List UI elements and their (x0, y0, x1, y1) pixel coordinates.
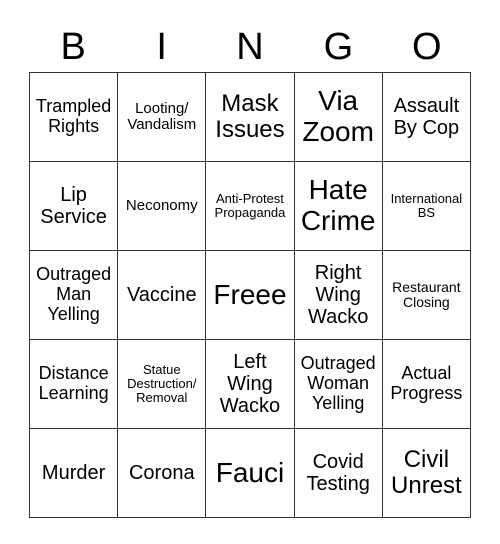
bingo-cell-label: Via Zoom (302, 85, 374, 147)
header-letter-b: B (60, 26, 86, 68)
bingo-grid: Trampled Rights Looting/ Vandalism Mask Is… (28, 72, 472, 518)
bingo-cell-label: Statue Destruction/ Removal (127, 361, 197, 406)
bingo-cell-g3[interactable]: Right Wing Wacko (293, 250, 383, 340)
bingo-cell-label: Corona (128, 462, 195, 484)
bingo-cell-n5[interactable]: Fauci (205, 428, 295, 518)
bingo-cell-label: Covid Testing (306, 451, 370, 495)
bingo-cell-o2[interactable]: International BS (381, 161, 472, 251)
grid-row: Distance Learning Statue Destruction/ Rem… (28, 339, 472, 429)
bingo-cell-label: Left Wing Wacko (219, 351, 281, 417)
bingo-header: B I N G O (29, 22, 471, 72)
bingo-cell-i2[interactable]: Neconomy (117, 161, 207, 251)
bingo-cell-label: Civil Unrest (391, 445, 462, 499)
bingo-cell-i4[interactable]: Statue Destruction/ Removal (117, 339, 207, 429)
header-letter-n: N (236, 26, 264, 68)
grid-row: Murder Corona Fauci Covid Testing Civil Unre… (28, 428, 472, 518)
bingo-cell-label: Restaurant Closing (392, 278, 461, 310)
bingo-cell-i5[interactable]: Corona (117, 428, 207, 518)
bingo-cell-label: Mask Issues (215, 89, 285, 143)
bingo-cell-o1[interactable]: Assault By Cop (381, 72, 472, 162)
bingo-cell-label: Anti-Protest Propaganda (214, 190, 286, 220)
bingo-cell-label: Right Wing Wacko (307, 262, 369, 328)
bingo-cell-b2[interactable]: Lip Service (28, 161, 119, 251)
bingo-cell-g4[interactable]: Outraged Woman Yelling (293, 339, 383, 429)
bingo-cell-n4[interactable]: Left Wing Wacko (205, 339, 295, 429)
bingo-cell-label: Looting/ Vandalism (127, 99, 197, 133)
bingo-cell-n3[interactable]: Freee (205, 250, 295, 340)
bingo-cell-b5[interactable]: Murder (28, 428, 119, 518)
header-letter-g: G (323, 26, 354, 68)
bingo-cell-label: Actual Progress (390, 363, 463, 403)
bingo-cell-b3[interactable]: Outraged Man Yelling (28, 250, 119, 340)
bingo-cell-b1[interactable]: Trampled Rights (28, 72, 119, 162)
bingo-cell-b4[interactable]: Distance Learning (28, 339, 119, 429)
bingo-cell-g1[interactable]: Via Zoom (293, 72, 383, 162)
bingo-cell-label: Murder (41, 462, 106, 484)
bingo-cell-label: Outraged Man Yelling (36, 264, 112, 324)
bingo-cell-o4[interactable]: Actual Progress (381, 339, 472, 429)
bingo-cell-label: Distance Learning (38, 363, 109, 403)
header-letter-o: O (412, 26, 442, 68)
bingo-cell-o3[interactable]: Restaurant Closing (381, 250, 472, 340)
bingo-cell-o5[interactable]: Civil Unrest (381, 428, 472, 518)
bingo-cell-label: International BS (390, 190, 463, 220)
bingo-cell-g5[interactable]: Covid Testing (293, 428, 383, 518)
grid-row: Trampled Rights Looting/ Vandalism Mask Is… (28, 72, 472, 162)
bingo-cell-label: Fauci (215, 456, 285, 488)
grid-row: Outraged Man Yelling Vaccine Freee Right Wi… (28, 250, 472, 340)
bingo-cell-i3[interactable]: Vaccine (117, 250, 207, 340)
header-letter-i: I (156, 26, 167, 68)
bingo-cell-label: Outraged Woman Yelling (300, 353, 376, 413)
bingo-cell-label: Vaccine (126, 284, 197, 306)
bingo-cell-label: Lip Service (40, 184, 107, 228)
bingo-cell-label: Neconomy (125, 196, 198, 214)
bingo-cell-label: Freee (213, 278, 287, 310)
bingo-cell-n1[interactable]: Mask Issues (205, 72, 295, 162)
bingo-cell-i1[interactable]: Looting/ Vandalism (117, 72, 207, 162)
bingo-cell-label: Hate Crime (300, 174, 376, 236)
bingo-cell-label: Assault By Cop (393, 95, 460, 139)
grid-row: Lip Service Neconomy Anti-Protest Propagan… (28, 161, 472, 251)
bingo-cell-label: Trampled Rights (35, 96, 112, 136)
bingo-cell-n2[interactable]: Anti-Protest Propaganda (205, 161, 295, 251)
bingo-cell-g2[interactable]: Hate Crime (293, 161, 383, 251)
